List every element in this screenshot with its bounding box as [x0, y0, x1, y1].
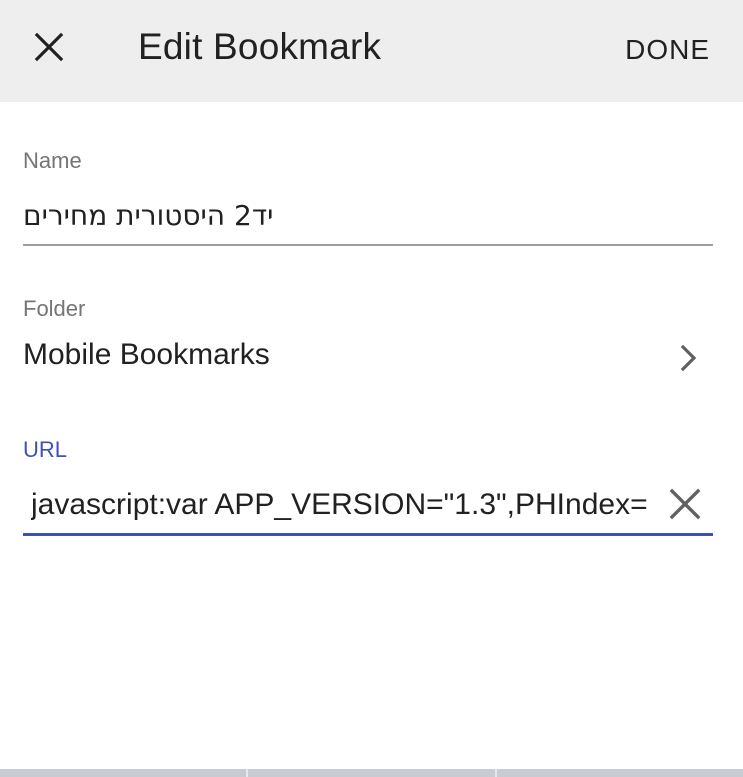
- url-input[interactable]: [31, 482, 647, 528]
- close-button[interactable]: [22, 20, 76, 74]
- bottom-segment: [248, 769, 497, 777]
- name-input[interactable]: [23, 192, 713, 246]
- bottom-segment: [496, 769, 743, 777]
- folder-selector[interactable]: Mobile Bookmarks: [23, 330, 713, 386]
- toolbar: Edit Bookmark DONE: [0, 0, 743, 102]
- bottom-bar: [0, 769, 743, 777]
- clear-icon: [669, 488, 701, 520]
- chevron-right-icon: [680, 344, 697, 372]
- bottom-segment: [0, 769, 249, 777]
- folder-label: Folder: [23, 296, 86, 321]
- done-button[interactable]: DONE: [625, 34, 710, 66]
- url-label: URL: [23, 437, 68, 462]
- url-field: [23, 478, 713, 536]
- clear-url-button[interactable]: [667, 486, 703, 522]
- folder-value: Mobile Bookmarks: [23, 338, 270, 371]
- close-icon: [34, 32, 64, 62]
- page-title: Edit Bookmark: [138, 26, 382, 67]
- name-label: Name: [23, 148, 82, 173]
